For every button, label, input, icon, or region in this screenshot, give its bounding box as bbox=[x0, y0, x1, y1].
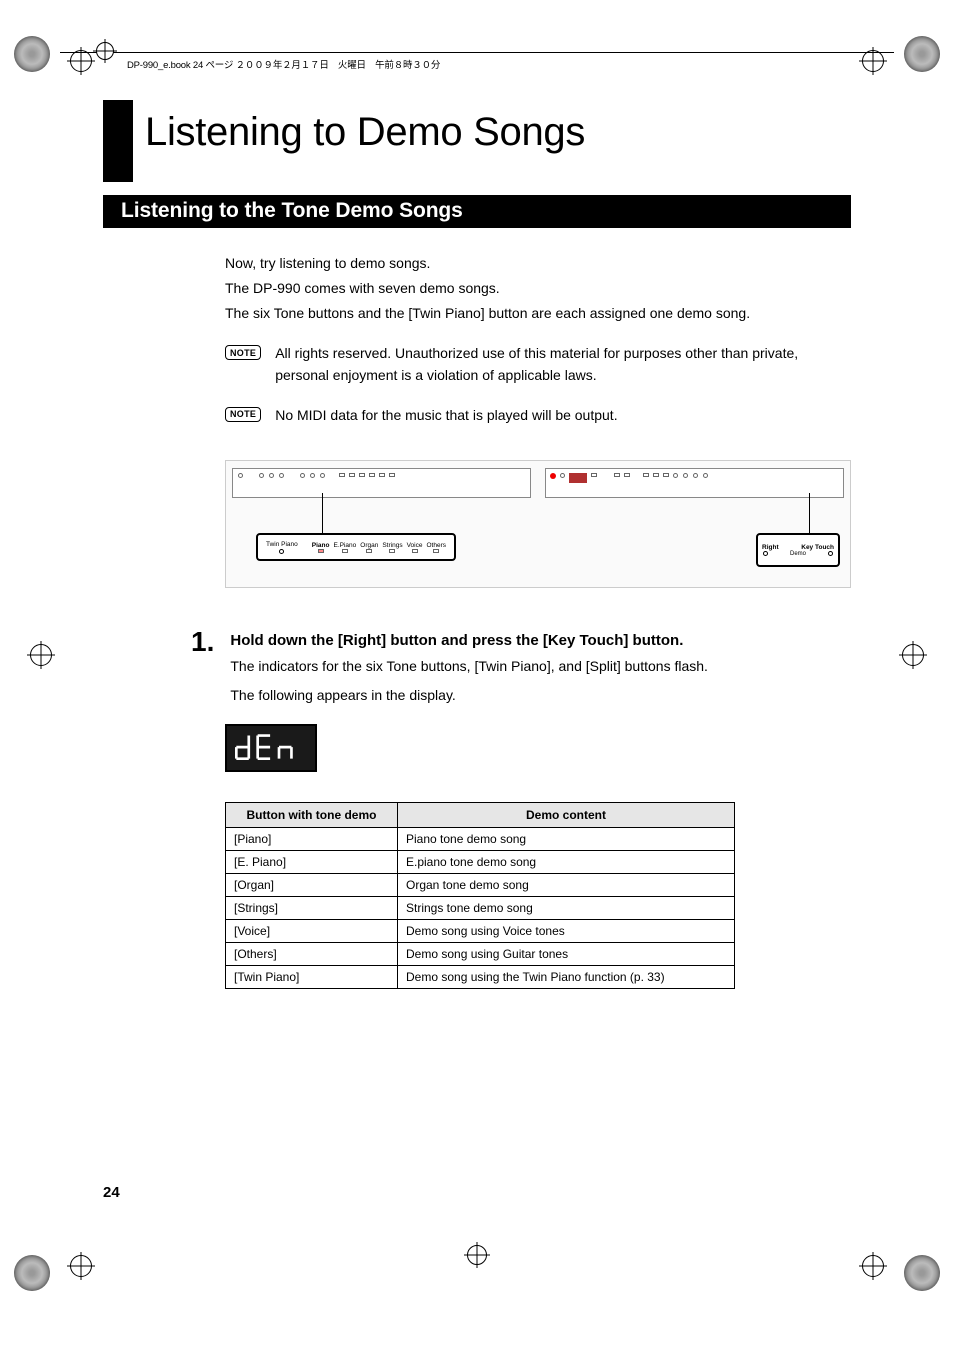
table-header: Button with tone demo bbox=[226, 803, 398, 828]
intro-line: The six Tone buttons and the [Twin Piano… bbox=[225, 302, 851, 325]
step-paragraph: The indicators for the six Tone buttons,… bbox=[230, 655, 851, 677]
crop-ornament-tl bbox=[14, 36, 50, 72]
note-row: NOTE No MIDI data for the music that is … bbox=[225, 405, 851, 427]
callout-label: Piano bbox=[312, 542, 330, 549]
callout-line bbox=[322, 493, 323, 535]
note-badge: NOTE bbox=[225, 345, 261, 360]
control-panel-diagram: Twin Piano Piano E.Piano Organ Strings V… bbox=[225, 460, 851, 588]
table-row: [Organ]Organ tone demo song bbox=[226, 874, 735, 897]
callout-label: Twin Piano bbox=[266, 541, 298, 548]
intro-line: The DP-990 comes with seven demo songs. bbox=[225, 277, 851, 300]
crop-ornament-bl bbox=[14, 1255, 50, 1291]
crop-target-ml bbox=[30, 644, 52, 666]
table-row: [Others]Demo song using Guitar tones bbox=[226, 943, 735, 966]
crop-target-br bbox=[862, 1255, 884, 1277]
callout-label: Right bbox=[762, 544, 779, 551]
crop-ornament-br bbox=[904, 1255, 940, 1291]
callout-label: Others bbox=[426, 542, 446, 549]
callout-line bbox=[809, 493, 810, 535]
demo-table: Button with tone demo Demo content [Pian… bbox=[225, 802, 735, 989]
step-heading: Hold down the [Right] button and press t… bbox=[230, 632, 851, 649]
note-badge: NOTE bbox=[225, 407, 261, 422]
table-row: [Voice]Demo song using Voice tones bbox=[226, 920, 735, 943]
step-row: 1. Hold down the [Right] button and pres… bbox=[191, 626, 851, 706]
table-row: [Twin Piano]Demo song using the Twin Pia… bbox=[226, 966, 735, 989]
page-number: 24 bbox=[103, 1184, 120, 1201]
table-row: [Piano]Piano tone demo song bbox=[226, 828, 735, 851]
callout-label: E.Piano bbox=[333, 542, 356, 549]
callout-label: Organ bbox=[360, 542, 378, 549]
lcd-display bbox=[225, 724, 317, 772]
crop-target-bl bbox=[70, 1255, 92, 1277]
section-heading: Listening to the Tone Demo Songs bbox=[103, 195, 851, 228]
step-paragraph: The following appears in the display. bbox=[230, 684, 851, 706]
header-target-icon bbox=[96, 42, 114, 60]
intro-line: Now, try listening to demo songs. bbox=[225, 252, 851, 275]
step-number: 1. bbox=[191, 626, 214, 658]
page-title: Listening to Demo Songs bbox=[145, 110, 851, 155]
table-header: Demo content bbox=[398, 803, 735, 828]
callout-label: Demo bbox=[790, 551, 806, 557]
panel-left bbox=[232, 468, 531, 498]
note-text: No MIDI data for the music that is playe… bbox=[275, 405, 617, 427]
crop-ornament-tr bbox=[904, 36, 940, 72]
panel-right bbox=[545, 468, 844, 498]
intro-block: Now, try listening to demo songs. The DP… bbox=[225, 252, 851, 325]
crop-target-mr bbox=[902, 644, 924, 666]
print-header: DP-990_e.book 24 ページ ２００９年２月１７日 火曜日 午前８時… bbox=[60, 52, 894, 70]
callout-label: Voice bbox=[407, 542, 423, 549]
callout-left: Twin Piano Piano E.Piano Organ Strings V… bbox=[256, 533, 456, 561]
note-text: All rights reserved. Unauthorized use of… bbox=[275, 343, 851, 386]
table-row: [Strings]Strings tone demo song bbox=[226, 897, 735, 920]
callout-label: Key Touch bbox=[801, 544, 834, 551]
callout-right: Right Key Touch Demo bbox=[756, 533, 840, 567]
note-row: NOTE All rights reserved. Unauthorized u… bbox=[225, 343, 851, 386]
table-row: [E. Piano]E.piano tone demo song bbox=[226, 851, 735, 874]
header-text: DP-990_e.book 24 ページ ２００９年２月１７日 火曜日 午前８時… bbox=[127, 60, 440, 71]
section-tab bbox=[103, 100, 133, 182]
callout-label: Strings bbox=[382, 542, 402, 549]
